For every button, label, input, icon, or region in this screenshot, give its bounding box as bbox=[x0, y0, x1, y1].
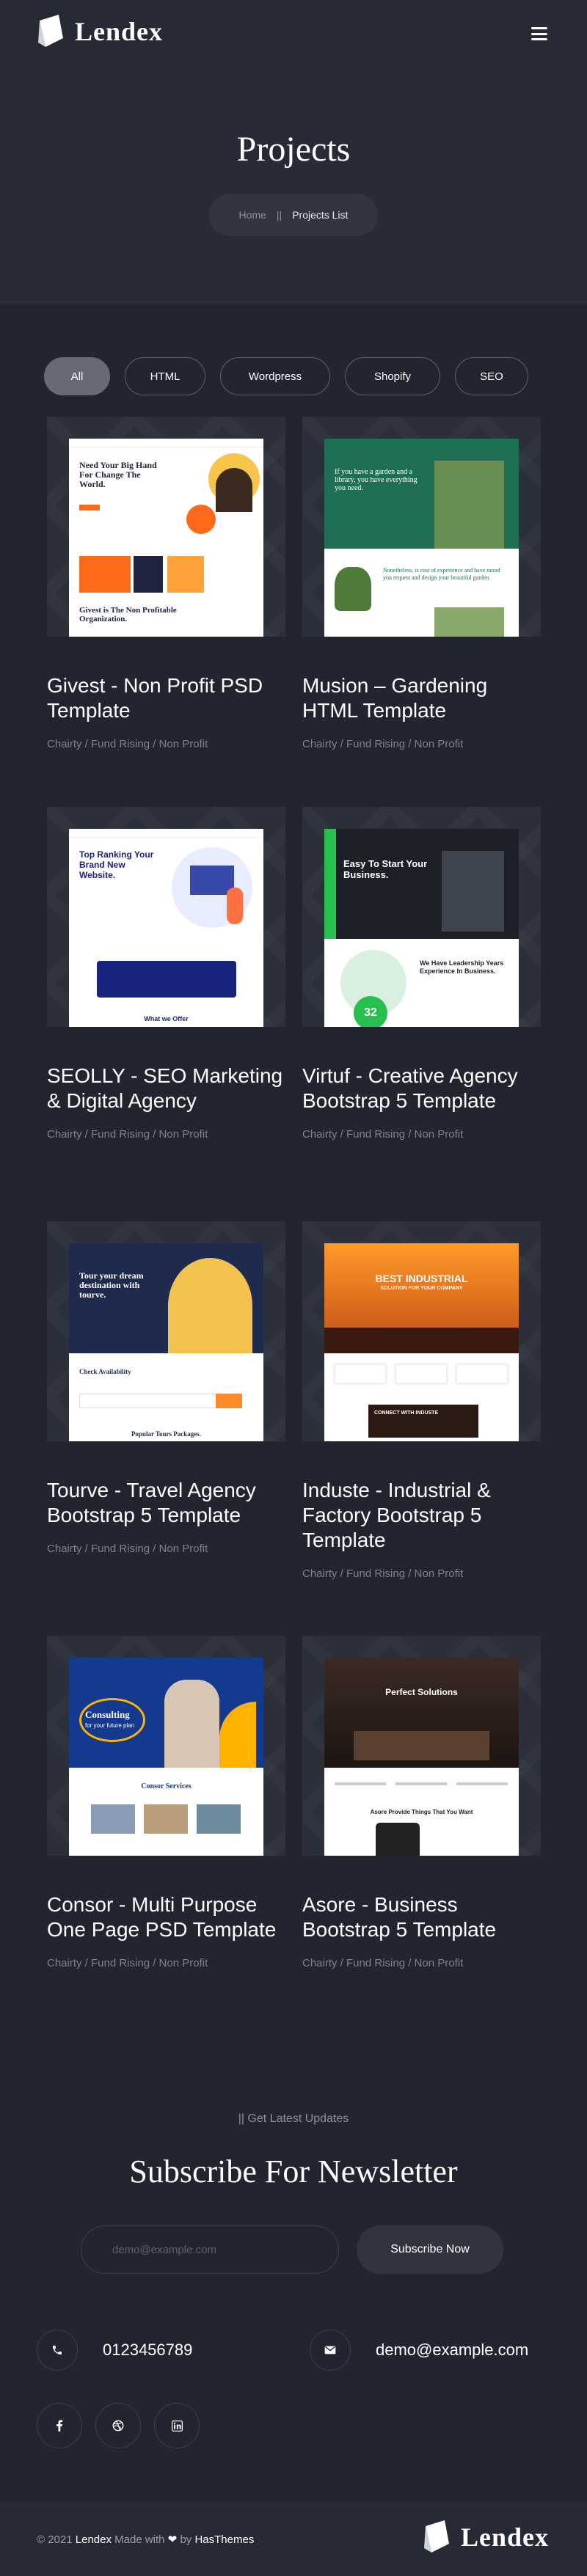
copyright: © 2021 Lendex Made with ❤ by HasThemes bbox=[37, 2533, 255, 2546]
footer-logo[interactable]: Lendex bbox=[423, 2519, 549, 2555]
project-card[interactable]: Need Your Big Hand For Change The World.… bbox=[47, 417, 285, 750]
author-link[interactable]: HasThemes bbox=[194, 2533, 254, 2546]
givest-preview: Need Your Big Hand For Change The World.… bbox=[69, 439, 263, 637]
brand-name: Lendex bbox=[461, 2522, 550, 2552]
copyright-brand[interactable]: Lendex bbox=[76, 2533, 112, 2546]
envelope-icon bbox=[310, 2330, 351, 2371]
subscribe-button[interactable]: Subscribe Now bbox=[357, 2225, 503, 2274]
project-card[interactable]: Top Ranking Your Brand New Website. What… bbox=[47, 807, 285, 1141]
project-thumbnail[interactable]: Need Your Big Hand For Change The World.… bbox=[47, 417, 285, 637]
dribbble-icon[interactable] bbox=[95, 2403, 141, 2448]
project-tags: Chairty / Fund Rising / Non Profit bbox=[47, 738, 208, 750]
logo[interactable]: Lendex bbox=[37, 13, 163, 50]
asore-preview: Perfect Solutions Asore Provide Things T… bbox=[324, 1658, 519, 1856]
project-tags: Chairty / Fund Rising / Non Profit bbox=[47, 1543, 208, 1555]
phone-icon bbox=[37, 2330, 78, 2371]
project-card[interactable]: If you have a garden and a library, you … bbox=[302, 417, 541, 750]
project-card[interactable]: BEST INDUSTRIAL SOLUTION FOR YOUR COMPAN… bbox=[302, 1221, 541, 1580]
newsletter-subtitle: || Get Latest Updates bbox=[238, 2112, 349, 2125]
project-tags: Chairty / Fund Rising / Non Profit bbox=[47, 1957, 208, 1969]
heart-icon: ❤ bbox=[167, 2533, 178, 2546]
project-thumbnail[interactable]: Tour your dream destination with tourve.… bbox=[47, 1221, 285, 1441]
project-title[interactable]: Tourve - Travel Agency Bootstrap 5 Templ… bbox=[47, 1478, 285, 1528]
page-title: Projects bbox=[236, 130, 351, 169]
project-thumbnail[interactable]: Easy To Start Your Business. 32 We Have … bbox=[302, 807, 541, 1027]
tourve-preview: Tour your dream destination with tourve.… bbox=[69, 1243, 263, 1441]
project-thumbnail[interactable]: Perfect Solutions Asore Provide Things T… bbox=[302, 1636, 541, 1856]
menu-icon[interactable] bbox=[531, 27, 547, 40]
project-title[interactable]: Musion – Gardening HTML Template bbox=[302, 673, 541, 723]
musion-preview: If you have a garden and a library, you … bbox=[324, 439, 519, 637]
project-tags: Chairty / Fund Rising / Non Profit bbox=[47, 1128, 208, 1141]
project-thumbnail[interactable]: BEST INDUSTRIAL SOLUTION FOR YOUR COMPAN… bbox=[302, 1221, 541, 1441]
filter-shopify[interactable]: Shopify bbox=[345, 357, 440, 395]
newsletter-divider bbox=[0, 2061, 587, 2062]
project-thumbnail[interactable]: If you have a garden and a library, you … bbox=[302, 417, 541, 637]
brand-name: Lendex bbox=[75, 17, 164, 46]
project-title[interactable]: SEOLLY - SEO Marketing & Digital Agency bbox=[47, 1064, 285, 1113]
facebook-icon[interactable] bbox=[37, 2403, 82, 2448]
virtuf-preview: Easy To Start Your Business. 32 We Have … bbox=[324, 829, 519, 1027]
site-header: Lendex bbox=[0, 0, 587, 70]
project-thumbnail[interactable]: Consulting for your future plan Consor S… bbox=[47, 1636, 285, 1856]
project-tags: Chairty / Fund Rising / Non Profit bbox=[302, 1128, 464, 1141]
project-title[interactable]: Consor - Multi Purpose One Page PSD Temp… bbox=[47, 1892, 285, 1942]
contact-email[interactable]: demo@example.com bbox=[376, 2341, 528, 2360]
breadcrumb-separator: || bbox=[276, 209, 282, 221]
project-thumbnail[interactable]: Top Ranking Your Brand New Website. What… bbox=[47, 807, 285, 1027]
project-title[interactable]: Givest - Non Profit PSD Template bbox=[47, 673, 285, 723]
linkedin-icon[interactable] bbox=[154, 2403, 200, 2448]
project-title[interactable]: Asore - Business Bootstrap 5 Template bbox=[302, 1892, 541, 1942]
breadcrumb: Home || Projects List bbox=[209, 194, 378, 236]
email-input[interactable] bbox=[81, 2225, 339, 2274]
consor-preview: Consulting for your future plan Consor S… bbox=[69, 1658, 263, 1856]
project-tags: Chairty / Fund Rising / Non Profit bbox=[302, 1957, 464, 1969]
project-card[interactable]: Tour your dream destination with tourve.… bbox=[47, 1221, 285, 1555]
seolly-preview: Top Ranking Your Brand New Website. What… bbox=[69, 829, 263, 1027]
project-title[interactable]: Virtuf - Creative Agency Bootstrap 5 Tem… bbox=[302, 1064, 541, 1113]
site-footer: © 2021 Lendex Made with ❤ by HasThemes L… bbox=[0, 2503, 587, 2576]
page-banner bbox=[0, 70, 587, 304]
induste-preview: BEST INDUSTRIAL SOLUTION FOR YOUR COMPAN… bbox=[324, 1243, 519, 1441]
project-card[interactable]: Consulting for your future plan Consor S… bbox=[47, 1636, 285, 1969]
project-card[interactable]: Easy To Start Your Business. 32 We Have … bbox=[302, 807, 541, 1141]
project-card[interactable]: Perfect Solutions Asore Provide Things T… bbox=[302, 1636, 541, 1969]
project-filters: All HTML Wordpress Shopify SEO bbox=[44, 357, 528, 395]
logo-icon bbox=[37, 13, 66, 50]
logo-icon bbox=[423, 2519, 452, 2555]
contact-phone[interactable]: 0123456789 bbox=[103, 2341, 192, 2360]
filter-all[interactable]: All bbox=[44, 357, 110, 395]
project-tags: Chairty / Fund Rising / Non Profit bbox=[302, 1567, 464, 1580]
breadcrumb-current: Projects List bbox=[292, 209, 349, 221]
newsletter-title: Subscribe For Newsletter bbox=[129, 2154, 458, 2189]
filter-seo[interactable]: SEO bbox=[455, 357, 528, 395]
project-title[interactable]: Induste - Industrial & Factory Bootstrap… bbox=[302, 1478, 541, 1553]
breadcrumb-home[interactable]: Home bbox=[239, 209, 266, 221]
filter-html[interactable]: HTML bbox=[125, 357, 205, 395]
project-tags: Chairty / Fund Rising / Non Profit bbox=[302, 738, 464, 750]
filter-wordpress[interactable]: Wordpress bbox=[220, 357, 330, 395]
